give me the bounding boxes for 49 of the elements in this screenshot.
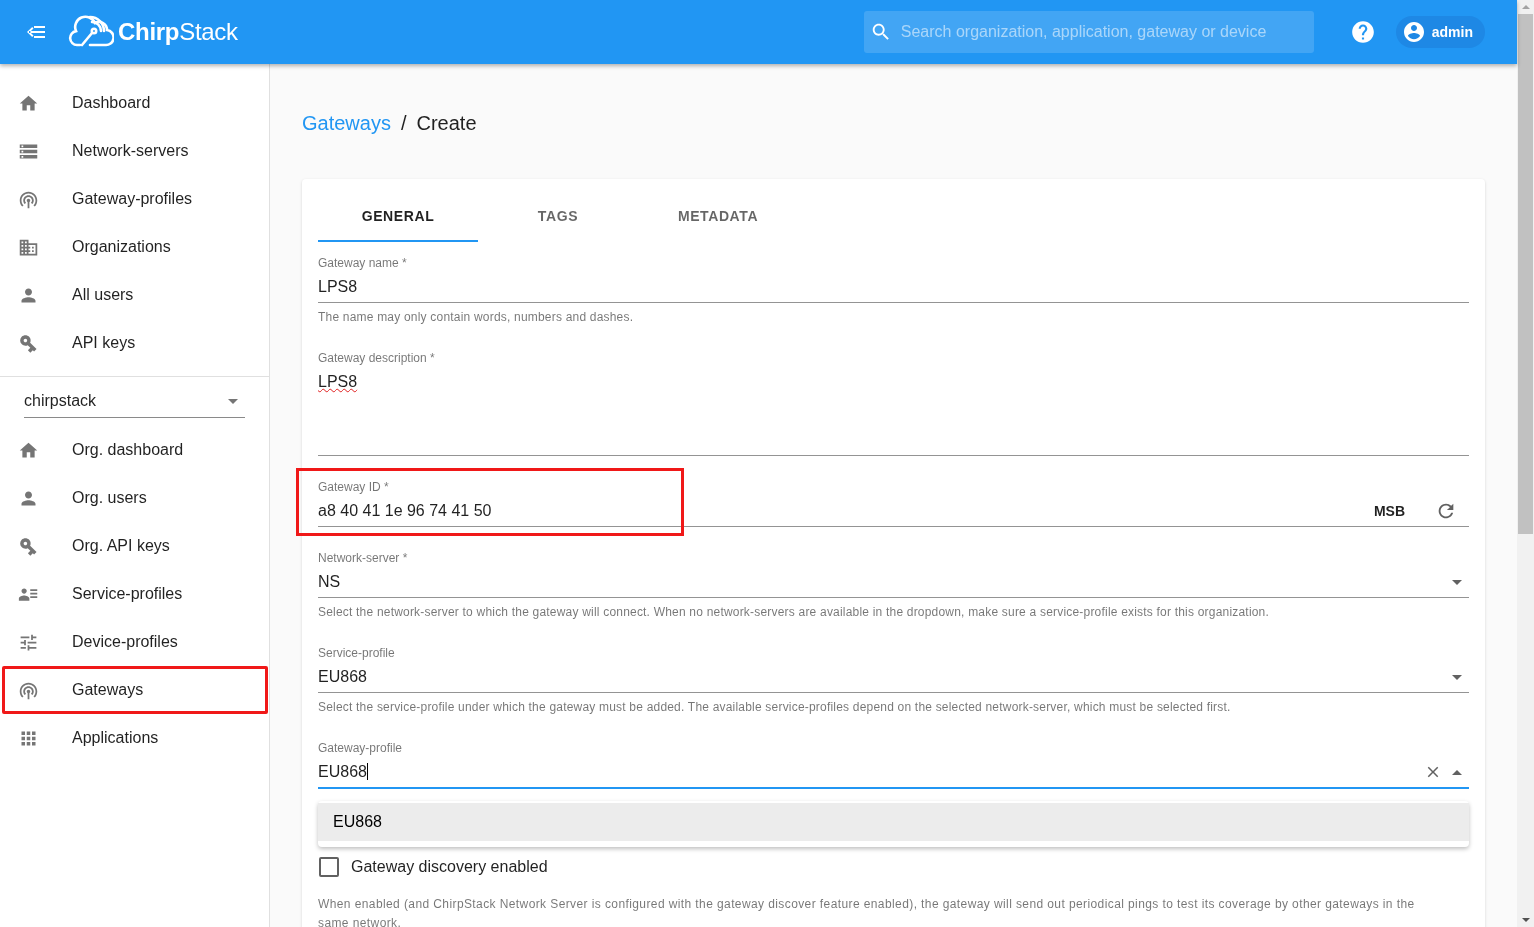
app-logo-text: ChirpStack xyxy=(118,18,238,46)
sidebar-item[interactable]: Organizations xyxy=(0,223,269,271)
checkbox[interactable] xyxy=(319,857,339,877)
tab[interactable]: METADATA xyxy=(638,179,798,242)
field-label: Service-profile xyxy=(318,646,396,662)
field-label: Gateway-profile xyxy=(318,741,404,757)
helper-text: The name may only contain words, numbers and dashes. xyxy=(318,309,635,326)
id-field[interactable]: a8 40 41 1e 96 74 41 50 MSB xyxy=(318,496,1469,527)
sidebar-item[interactable]: Service-profiles xyxy=(0,570,269,618)
scrollbar[interactable] xyxy=(1517,0,1534,927)
dropdown-option[interactable]: EU868 xyxy=(318,803,1469,841)
dropdown-arrow-icon xyxy=(228,398,238,404)
sidebar-item[interactable]: Dashboard xyxy=(0,79,269,127)
helper-text: When enabled (and ChirpStack Network Server is configured with the gateway discover feature enabled), the gateway will send out periodical pings to test its coverage by other gateways in the same network. xyxy=(318,896,1416,927)
byte-order-toggle[interactable]: MSB xyxy=(1373,503,1405,519)
sidebar-item[interactable]: Applications xyxy=(0,714,269,762)
field-label: Gateway name * xyxy=(318,256,408,272)
sidebar-item[interactable]: Org. users xyxy=(0,474,269,522)
sidebar-item[interactable]: Network-servers xyxy=(0,127,269,175)
dropdown-arrow-icon xyxy=(1452,579,1462,585)
breadcrumb-separator: / xyxy=(400,111,407,135)
sidebar-item[interactable]: Org. API keys xyxy=(0,522,269,570)
tab[interactable]: GENERAL xyxy=(318,179,478,242)
cloud-logo-icon xyxy=(68,15,114,49)
checkbox-label: Gateway discovery enabled xyxy=(351,858,548,876)
dropdown-arrow-icon xyxy=(1452,674,1462,680)
sidebar-item[interactable]: Org. dashboard xyxy=(0,426,269,474)
sidebar-item[interactable]: Gateways xyxy=(0,666,269,714)
autocomplete-field[interactable]: EU868 xyxy=(318,757,1469,789)
sidebar-item[interactable]: All users xyxy=(0,271,269,319)
field-label: Gateway description * xyxy=(318,351,436,367)
helper-text: Select the network-server to which the gateway will connect. When no network-servers are available in the dropdown, make sure a service-profile exists for this organization. xyxy=(318,604,1271,621)
field-label: Gateway ID * xyxy=(318,480,390,496)
user-menu-button[interactable]: admin xyxy=(1395,16,1485,48)
organization-select[interactable]: chirpstack xyxy=(24,385,245,418)
text-area[interactable]: LPS8 xyxy=(318,367,1469,456)
field-label: Network-server * xyxy=(318,551,409,567)
sidebar-item[interactable]: Gateway-profiles xyxy=(0,175,269,223)
helper-text: Select the service-profile under which the gateway must be added. The available service-profiles depend on the selected network-server, which must be selected first. xyxy=(318,699,1232,716)
tab[interactable]: TAGS xyxy=(478,179,638,242)
sidebar-item[interactable]: Device-profiles xyxy=(0,618,269,666)
dropdown-arrow-icon xyxy=(1452,769,1462,775)
text-field[interactable]: LPS8 xyxy=(318,272,1469,303)
account-icon xyxy=(1401,20,1426,44)
page-title: Create xyxy=(416,111,477,135)
help-icon[interactable] xyxy=(1349,19,1376,45)
sidebar-item[interactable]: API keys xyxy=(0,319,269,367)
select-field[interactable]: NS xyxy=(318,567,1469,598)
select-field[interactable]: EU868 xyxy=(318,662,1469,693)
